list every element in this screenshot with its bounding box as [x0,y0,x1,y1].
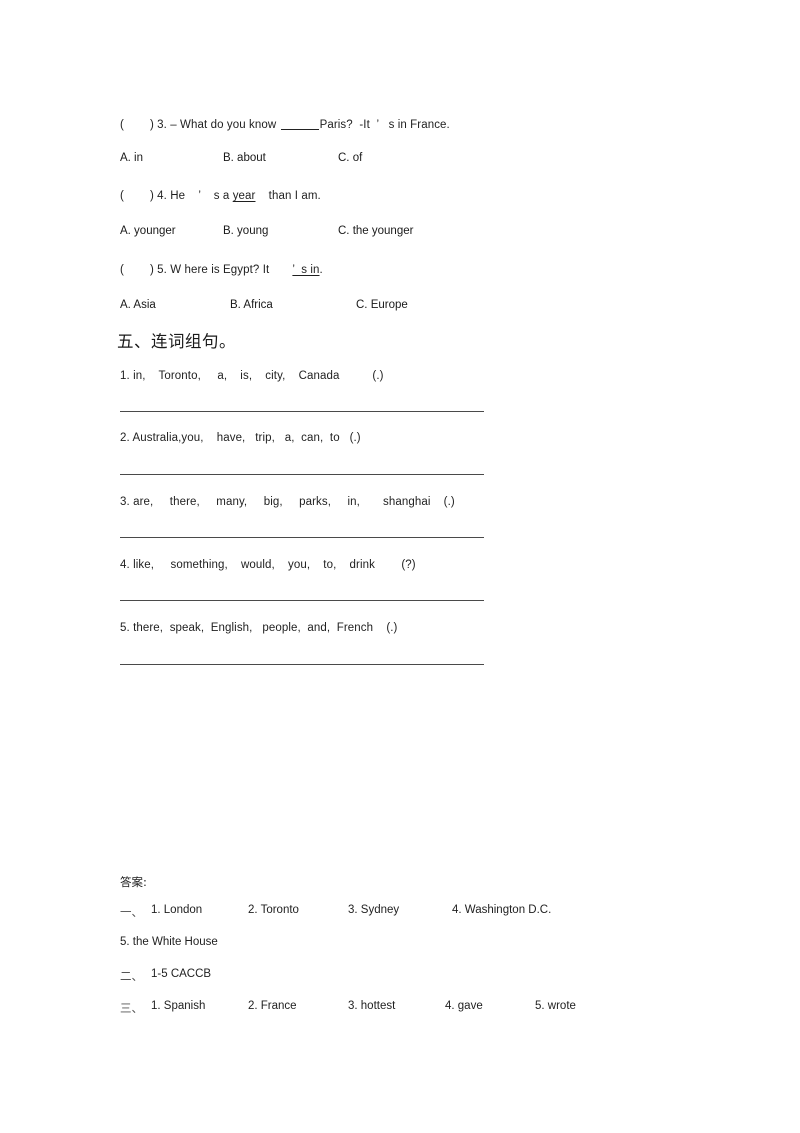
sentence-item-2-words: Australia,you, have, trip, a, can, to (.… [132,432,361,444]
sentence-item-4-number: 4. [120,559,130,571]
question-4-bracket-close: ) [149,190,154,202]
sentence-item-5-number: 5. [120,622,130,634]
worksheet-page: () 3. – What do you know Paris? -It ’ s … [0,0,800,1133]
question-5-bracket-close: ) [149,264,154,276]
answer-key-row-4-cell-1: 1. Spanish [151,1000,206,1012]
question-5-option-b[interactable]: B. Africa [230,299,273,311]
question-3-option-c[interactable]: C. of [338,152,362,164]
question-4-text-after: than I am. [255,190,321,202]
answer-key-row-4-cell-5: 5. wrote [535,1000,576,1012]
question-4-option-b[interactable]: B. young [223,225,268,237]
question-3-options: A. in B. about C. of [120,152,540,168]
question-5-option-c[interactable]: C. Europe [356,299,408,311]
sentence-answer-line-2[interactable] [120,474,484,475]
question-4-text-before: He ’ s a [170,190,233,202]
answer-key-row-4-cell-4: 4. gave [445,1000,483,1012]
sentence-item-3: 3. are, there, many, big, parks, in, sha… [120,496,455,510]
answer-key-row-3-cell-1: 1-5 CACCB [151,968,212,980]
answer-key-row-4-cell-2: 2. France [248,1000,297,1012]
answer-key-row-3: 二、 1-5 CACCB [120,968,680,984]
sentence-item-1-number: 1. [120,370,130,382]
answer-key-row-1-cell-1: 1. London [151,904,203,916]
answer-key-row-4-marker: 三、 [120,1001,143,1015]
question-3-text-before: – What do you know [170,119,280,131]
sentence-item-1: 1. in, Toronto, a, is, city, Canada (.) [120,370,384,384]
sentence-item-2: 2. Australia,you, have, trip, a, can, to… [120,432,361,446]
section-five-heading: 五、连词组句。 [117,332,236,351]
sentence-answer-line-1[interactable] [120,411,484,412]
sentence-item-1-words: in, Toronto, a, is, city, Canada (.) [133,370,384,382]
question-4-option-a[interactable]: A. younger [120,225,176,237]
answer-key-heading: 答案: [120,875,147,889]
question-5-option-a[interactable]: A. Asia [120,299,156,311]
answer-key-row-1-cell-4: 4. Washington D.C. [452,904,552,916]
sentence-item-5: 5. there, speak, English, people, and, F… [120,622,397,636]
sentence-answer-line-3[interactable] [120,537,484,538]
question-5-underlined-answer: ’ s in [292,264,320,276]
answer-key-row-1: 一、 1. London 2. Toronto 3. Sydney 4. Was… [120,904,680,920]
question-5-bracket-open: ( [120,264,124,276]
question-5-text-after: . [319,264,323,276]
sentence-item-3-words: are, there, many, big, parks, in, shangh… [133,496,455,508]
sentence-item-5-words: there, speak, English, people, and, Fren… [133,622,398,634]
sentence-item-2-number: 2. [120,432,130,444]
answer-key-row-1-cell-2: 2. Toronto [248,904,299,916]
answer-key-row-1-cell-3: 3. Sydney [348,904,400,916]
answer-key-row-1-marker: 一、 [120,905,143,919]
question-3-number: 3. [157,119,167,131]
question-5-number: 5. [157,264,167,276]
question-3-bracket-open: ( [120,119,124,131]
question-5-options: A. Asia B. Africa C. Europe [120,299,540,315]
question-5-text-before: W here is Egypt? It [170,264,293,276]
sentence-answer-line-4[interactable] [120,600,484,601]
question-4-stem: () 4. He ’ s a year than I am. [120,190,321,204]
question-4-number: 4. [157,190,167,202]
sentence-item-4: 4. like, something, would, you, to, drin… [120,559,416,573]
sentence-item-4-words: like, something, would, you, to, drink (… [133,559,416,571]
question-3-option-b[interactable]: B. about [223,152,266,164]
question-3-bracket-close: ) [149,119,154,131]
sentence-answer-line-5[interactable] [120,664,484,665]
question-5-stem: () 5. W here is Egypt? It ’ s in. [120,264,323,278]
question-3-blank[interactable] [280,129,319,130]
answer-key-row-2: 5. the White House [120,936,680,952]
answer-key-row-2-cell-1: 5. the White House [120,936,218,948]
question-4-bracket-open: ( [120,190,124,202]
answer-key-row-3-marker: 二、 [120,969,143,983]
question-3-option-a[interactable]: A. in [120,152,143,164]
sentence-item-3-number: 3. [120,496,130,508]
answer-key-row-4: 三、 1. Spanish 2. France 3. hottest 4. ga… [120,1000,700,1016]
question-4-option-c[interactable]: C. the younger [338,225,413,237]
question-4-underlined-word: year [232,190,256,202]
question-3-stem: () 3. – What do you know Paris? -It ’ s … [120,119,450,133]
question-3-text-after: Paris? -It ’ s in France. [319,119,450,131]
question-4-options: A. younger B. young C. the younger [120,225,540,241]
answer-key-row-4-cell-3: 3. hottest [348,1000,396,1012]
